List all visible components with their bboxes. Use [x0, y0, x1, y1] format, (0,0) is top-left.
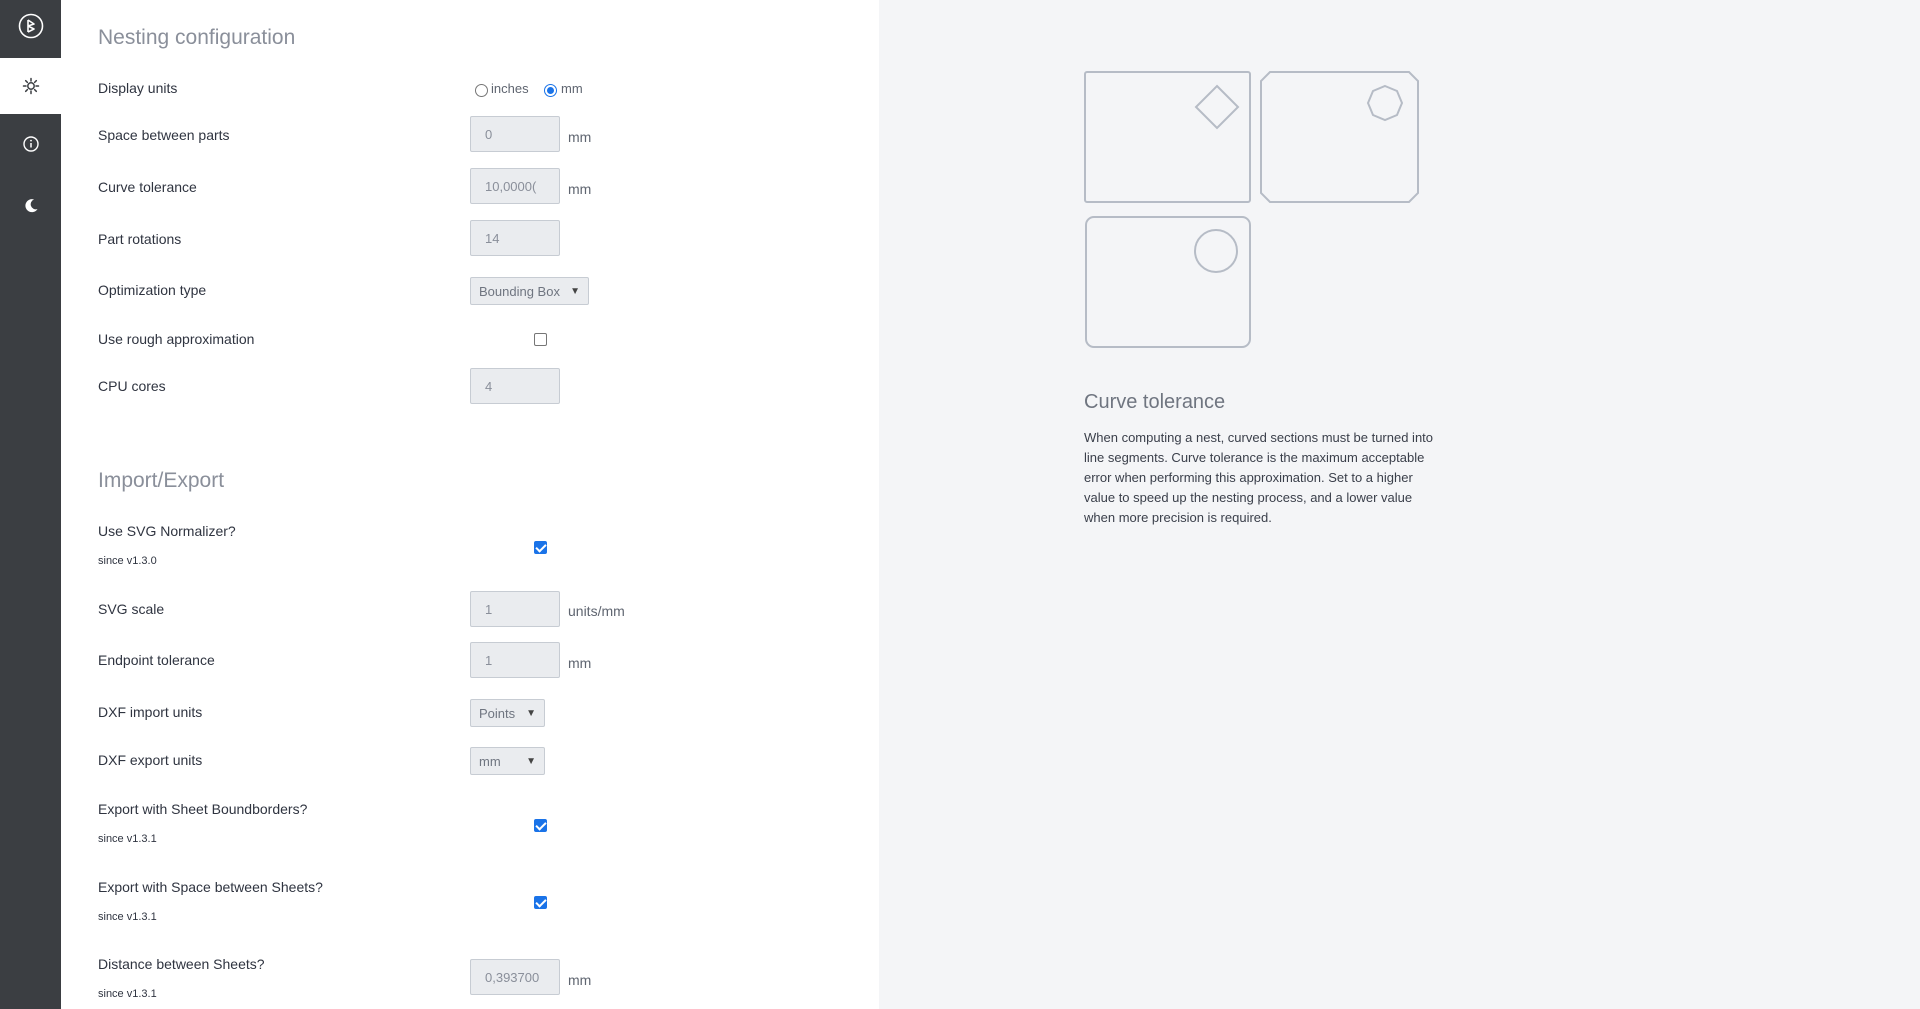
circle-shape [1194, 229, 1238, 273]
part-rotations-label: Part rotations [98, 231, 182, 247]
import-export-title: Import/Export [98, 469, 225, 492]
svg-scale-input[interactable]: 1 [470, 591, 560, 627]
distance-between-sheets-since: since v1.3.1 [98, 988, 157, 1000]
sidebar-item-info[interactable] [0, 118, 61, 170]
gear-icon [22, 77, 39, 95]
space-between-sheets-checkbox[interactable] [534, 896, 547, 909]
chevron-down-icon: ▼ [570, 285, 580, 297]
dxf-export-units-select[interactable]: mm ▼ [470, 747, 545, 775]
distance-between-sheets-label: Distance between Sheets? [98, 956, 265, 972]
distance-between-sheets-unit: mm [568, 972, 592, 988]
svg-scale-label: SVG scale [98, 601, 165, 617]
cpu-cores-label: CPU cores [98, 378, 166, 394]
help-text: When computing a nest, curved sections m… [1084, 430, 1434, 525]
space-between-sheets-since: since v1.3.1 [98, 911, 157, 923]
sheet-boundborders-since: since v1.3.1 [98, 833, 157, 845]
svg-scale-unit: units/mm [568, 603, 625, 619]
sheet-boundborders-checkbox[interactable] [534, 819, 547, 832]
radio-mm[interactable] [544, 84, 557, 97]
sidebar-item-settings[interactable] [0, 58, 61, 114]
sidebar [0, 0, 61, 1009]
radio-inches[interactable] [475, 84, 488, 97]
space-between-parts-label: Space between parts [98, 127, 230, 143]
curve-tolerance-illustration [1084, 71, 1419, 348]
nesting-config-title: Nesting configuration [98, 26, 296, 49]
dxf-export-units-value: mm [479, 753, 501, 769]
part-rounded-circle [1085, 216, 1251, 348]
optimization-type-label: Optimization type [98, 282, 207, 298]
curve-tolerance-unit: mm [568, 181, 592, 197]
radio-inches-label: inches [491, 81, 529, 96]
cpu-cores-input[interactable]: 4 [470, 368, 560, 404]
rough-approximation-checkbox[interactable] [534, 333, 547, 346]
curve-tolerance-label: Curve tolerance [98, 179, 197, 195]
dxf-export-units-label: DXF export units [98, 752, 203, 768]
svg-normalizer-since: since v1.3.0 [98, 555, 157, 567]
app-logo[interactable] [0, 0, 61, 52]
dxf-import-units-label: DXF import units [98, 704, 203, 720]
space-between-sheets-label: Export with Space between Sheets? [98, 879, 323, 895]
endpoint-tolerance-label: Endpoint tolerance [98, 652, 215, 668]
help-title: Curve tolerance [1084, 391, 1226, 413]
display-units-label: Display units [98, 80, 178, 96]
part-square-diamond [1084, 71, 1251, 203]
optimization-type-value: Bounding Box [479, 283, 560, 299]
svg-normalizer-label: Use SVG Normalizer? [98, 523, 236, 539]
dxf-import-units-select[interactable]: Points ▼ [470, 699, 545, 727]
curve-tolerance-input[interactable]: 10,0000( [470, 168, 560, 204]
chevron-down-icon: ▼ [526, 707, 536, 719]
sheet-boundborders-label: Export with Sheet Boundborders? [98, 801, 308, 817]
space-between-parts-input[interactable]: 0 [470, 116, 560, 152]
distance-between-sheets-input[interactable]: 0,393700 [470, 959, 560, 995]
sidebar-item-dark-mode[interactable] [0, 180, 61, 232]
space-between-parts-unit: mm [568, 129, 592, 145]
octagon-shape [1366, 84, 1404, 122]
radio-mm-label: mm [561, 81, 583, 96]
moon-icon [24, 199, 37, 213]
dxf-import-units-value: Points [479, 705, 516, 721]
rough-approximation-label: Use rough approximation [98, 331, 255, 347]
part-octagon-frame [1260, 71, 1419, 203]
diamond-shape [1194, 84, 1240, 130]
endpoint-tolerance-input[interactable]: 1 [470, 642, 560, 678]
part-rotations-input[interactable]: 14 [470, 220, 560, 256]
optimization-type-select[interactable]: Bounding Box ▼ [470, 277, 589, 305]
help-panel: Curve tolerance When computing a nest, c… [879, 0, 1920, 1009]
deepnest-logo-icon [18, 13, 43, 39]
chevron-down-icon: ▼ [526, 755, 536, 767]
endpoint-tolerance-unit: mm [568, 655, 592, 671]
settings-panel: Nesting configuration Display units inch… [61, 0, 879, 1009]
svg-normalizer-checkbox[interactable] [534, 541, 547, 554]
info-icon [22, 136, 39, 152]
